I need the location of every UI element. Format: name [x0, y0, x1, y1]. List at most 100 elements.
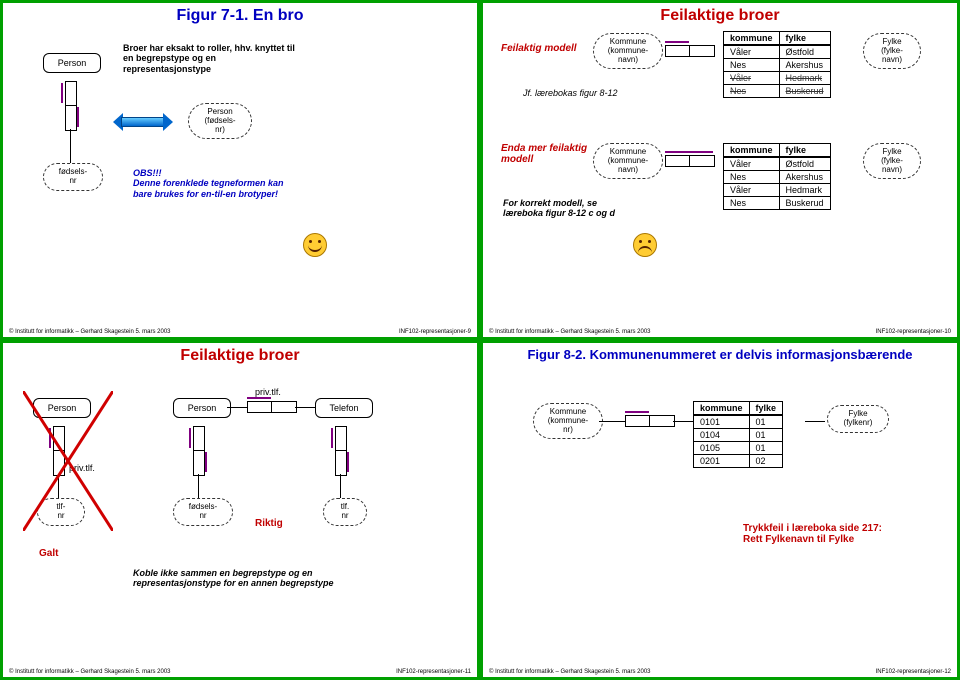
bridge-note: Broer har eksakt to roller, hhv. knyttet… [123, 43, 303, 74]
slide-1: Figur 7-1. En bro Person Broer har eksak… [0, 0, 480, 340]
vt-tlfnr-r: tlf. nr [323, 498, 367, 526]
td: 0201 [694, 455, 750, 468]
connector [70, 129, 71, 163]
td: Hedmark [779, 184, 830, 197]
connector [227, 407, 247, 408]
footer-right: INF102-representasjoner-9 [399, 329, 471, 335]
role-box [65, 105, 77, 131]
vt-label: Fylke (fylke- navn) [881, 37, 903, 64]
uniqueness-bar [189, 428, 191, 448]
td: Våler [724, 184, 780, 197]
uniqueness-bar [205, 452, 207, 472]
caption-galt: Galt [39, 548, 58, 559]
th: fylke [779, 144, 830, 158]
lbl: Person [48, 403, 77, 413]
entity-person-r: Person [173, 398, 231, 418]
footer-left: © Institutt for informatikk – Gerhard Sk… [9, 329, 171, 335]
role-box [193, 426, 205, 452]
connector [340, 474, 341, 498]
vt-label: fødsels- nr [59, 167, 87, 185]
role-box [665, 45, 691, 57]
caption-enda: Enda mer feilaktig modell [501, 143, 591, 165]
td: Buskerud [779, 85, 830, 98]
role-box [625, 415, 651, 427]
vt-fylke-nr: Fylke (fylkenr) [827, 405, 889, 433]
lbl: tlf. nr [341, 502, 349, 520]
connector [295, 407, 315, 408]
valuetype-fodselsnr: fødsels- nr [43, 163, 103, 191]
uniqueness-bar [665, 151, 713, 153]
th: kommune [724, 32, 780, 46]
vt-label: Fylke (fylke- navn) [881, 147, 903, 174]
th: kommune [724, 144, 780, 158]
td: Østfold [779, 157, 830, 171]
role-box [335, 450, 347, 476]
table-2: kommunefylke VålerØstfold NesAkershus Vå… [723, 143, 831, 210]
uniqueness-bar [77, 107, 79, 127]
th: fylke [749, 402, 783, 416]
footer: © Institutt for informatikk – Gerhard Sk… [9, 329, 471, 335]
lbl: fødsels- nr [189, 502, 217, 520]
footer: © Institutt for informatikk – Gerhard Sk… [489, 669, 951, 675]
td: Våler [724, 157, 780, 171]
footer: © Institutt for informatikk – Gerhard Sk… [489, 329, 951, 335]
vt-tlfnr-l: tlf- nr [37, 498, 85, 526]
uniqueness-bar [331, 428, 333, 448]
slide-grid: Figur 7-1. En bro Person Broer har eksak… [0, 0, 960, 681]
lbl-privtlf-l: priv.tlf. [69, 463, 95, 473]
table-kommune-fylke: kommunefylke 010101 010401 010501 020102 [693, 401, 783, 468]
footer-right: INF102-representasjoner-10 [876, 329, 951, 335]
korrekt-note: For korrekt modell, se læreboka figur 8-… [503, 198, 633, 219]
connector [673, 421, 693, 422]
td: Buskerud [779, 197, 830, 210]
entity-person-l: Person [33, 398, 91, 418]
td: Nes [724, 59, 780, 72]
td: Akershus [779, 171, 830, 184]
td: Våler [724, 45, 780, 59]
caption-feilaktig: Feilaktig modell [501, 43, 577, 54]
vt-kommune-nr: Kommune (kommune- nr) [533, 403, 603, 439]
vt-label: Kommune (kommune- navn) [608, 147, 648, 174]
td: Nes [724, 171, 780, 184]
uniqueness-bar [61, 83, 63, 103]
role-box [53, 426, 65, 452]
trykkfeil-note: Trykkfeil i læreboka side 217: Rett Fylk… [743, 523, 933, 545]
td: Hedmark [779, 72, 830, 85]
slide-4: Figur 8-2. Kommunenummeret er delvis inf… [480, 340, 960, 680]
td: Våler [724, 72, 780, 85]
td: Nes [724, 85, 780, 98]
vt-kommune-1: Kommune (kommune- navn) [593, 33, 663, 69]
entity-person-label: Person [58, 58, 87, 68]
vt-fylke-1: Fylke (fylke- navn) [863, 33, 921, 69]
obs-note: OBS!!! Denne forenklede tegneformen kan … [133, 168, 293, 199]
lbl: Fylke (fylkenr) [844, 409, 873, 427]
td: 01 [749, 429, 783, 442]
role-box [193, 450, 205, 476]
slide1-title: Figur 7-1. En bro [3, 7, 477, 25]
footer: © Institutt for informatikk – Gerhard Sk… [9, 669, 471, 675]
valuetype-person-fnr: Person (fødsels- nr) [188, 103, 252, 139]
td: Akershus [779, 59, 830, 72]
uniqueness-bar [247, 397, 271, 399]
slide2-title: Feilaktige broer [483, 7, 957, 25]
role-box [271, 401, 297, 413]
td: Østfold [779, 45, 830, 59]
entity-person: Person [43, 53, 101, 73]
td: Nes [724, 197, 780, 210]
role-box [665, 155, 691, 167]
connector [58, 474, 59, 498]
td: 0105 [694, 442, 750, 455]
vt-kommune-2: Kommune (kommune- navn) [593, 143, 663, 179]
connector [805, 421, 825, 422]
footer-right: INF102-representasjoner-12 [876, 669, 951, 675]
vt-label: Kommune (kommune- navn) [608, 37, 648, 64]
vt-label: Person (fødsels- nr) [204, 107, 235, 134]
koble-note: Koble ikke sammen en begrepstype og en r… [133, 568, 363, 589]
double-arrow-icon [113, 113, 173, 131]
table-1: kommunefylke VålerØstfold NesAkershus Vå… [723, 31, 831, 98]
slide4-title: Figur 8-2. Kommunenummeret er delvis inf… [483, 347, 957, 362]
entity-telefon: Telefon [315, 398, 373, 418]
obs-text: OBS!!! Denne forenklede tegneformen kan … [133, 168, 284, 199]
connector [599, 421, 625, 422]
td: 01 [749, 442, 783, 455]
